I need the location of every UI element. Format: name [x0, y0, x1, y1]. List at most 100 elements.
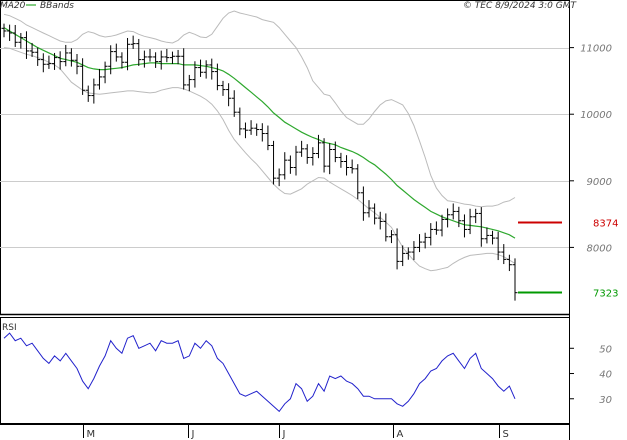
price-bar: [349, 159, 355, 174]
price-bar: [158, 50, 164, 70]
ma20-path: [3, 27, 516, 239]
price-bar: [287, 155, 293, 174]
price-bar: [18, 32, 24, 49]
copyright: © TEC 8/9/2024 3:0 GMT: [463, 1, 578, 11]
price-bar: [321, 138, 327, 173]
x-tick-label: M: [87, 429, 96, 440]
price-levels: 8374 7323: [518, 218, 618, 299]
price-bar: [467, 208, 473, 235]
price-bar: [119, 52, 125, 69]
price-bar: [506, 254, 512, 272]
price-bar: [259, 123, 265, 142]
price-bar: [276, 168, 282, 187]
stock-chart: 8374 7323 8000 9000 10000 11000 30 40 50 M J J A S…: [0, 0, 618, 440]
bb-lower-line: [3, 47, 516, 272]
price-bar: [108, 45, 114, 75]
price-bar: [226, 83, 232, 107]
bb-upper-line: [3, 10, 516, 208]
price-bar: [248, 120, 254, 135]
price-bar: [422, 232, 428, 249]
price-bar: [344, 155, 350, 176]
price-bar: [327, 143, 333, 175]
price-bar: [220, 80, 226, 96]
price-bar: [265, 125, 271, 151]
rsi-tick-label: 40: [599, 370, 612, 381]
rsi-tick-label: 50: [599, 344, 612, 355]
price-bar: [175, 49, 181, 65]
price-bar: [242, 122, 248, 139]
price-grid: [0, 48, 569, 248]
rsi-y-ticks: 30 40 50: [569, 344, 612, 406]
rsi-path: [3, 332, 516, 413]
bollinger-bands: [3, 10, 516, 272]
price-bar: [338, 152, 344, 168]
price-bar: [473, 208, 479, 224]
price-tick-label: 8000: [587, 243, 612, 254]
rsi-line: [3, 332, 516, 413]
price-bar: [237, 107, 243, 136]
price-bar: [164, 48, 170, 63]
rsi-tick-label: 30: [599, 395, 612, 406]
price-bar: [181, 48, 187, 90]
price-bar: [198, 59, 204, 77]
price-bar: [299, 140, 305, 157]
legend-bbands: BBands: [40, 1, 74, 11]
price-bar: [141, 50, 147, 68]
price-bar: [46, 55, 52, 69]
price-bar: [153, 52, 159, 68]
x-tick-label: A: [397, 429, 404, 440]
price-bar: [383, 213, 389, 242]
price-bar: [411, 241, 417, 261]
price-bar: [388, 230, 394, 244]
price-bar: [433, 221, 439, 235]
price-bar: [254, 123, 260, 136]
price-bar: [186, 74, 192, 92]
price-bar: [147, 48, 153, 62]
x-tick-label: S: [503, 429, 509, 440]
price-bar: [1, 23, 7, 38]
price-bar: [490, 230, 496, 245]
price-bar: [377, 211, 383, 230]
ma20-line: [3, 27, 516, 239]
legend-ma20: MA20: [0, 1, 26, 11]
price-bar: [40, 53, 46, 73]
price-bars: [1, 23, 518, 301]
rsi-title: RSI: [2, 323, 17, 333]
price-bar: [102, 61, 108, 84]
price-bar: [136, 38, 142, 66]
price-bar: [52, 52, 58, 70]
x-tick-label: J: [282, 429, 286, 440]
price-bar: [360, 186, 366, 221]
price-bar: [7, 24, 13, 41]
price-bar: [169, 51, 175, 64]
price-bar: [400, 245, 406, 267]
price-tick-label: 11000: [580, 44, 612, 55]
x-tick-label: J: [191, 429, 195, 440]
price-bar: [203, 60, 209, 79]
price-bar: [282, 152, 288, 180]
price-tick-label: 10000: [580, 110, 612, 121]
price-bar: [405, 247, 411, 260]
price-bar: [96, 68, 102, 90]
price-bar: [113, 43, 119, 62]
price-bar: [271, 140, 277, 185]
price-bar: [394, 228, 400, 270]
price-bar: [293, 145, 299, 176]
price-bar: [68, 48, 74, 67]
support-label: 7323: [593, 288, 618, 299]
price-bar: [450, 203, 456, 220]
price-bar: [461, 214, 467, 238]
price-bar: [85, 85, 91, 102]
price-bar: [366, 200, 372, 218]
price-bar: [74, 53, 80, 75]
price-bar: [512, 258, 518, 301]
price-bar: [484, 227, 490, 244]
price-bar: [304, 144, 310, 164]
resistance-label: 8374: [593, 218, 618, 229]
price-bar: [57, 51, 63, 70]
price-tick-label: 9000: [587, 177, 612, 188]
price-bar: [310, 147, 316, 166]
price-bar: [428, 223, 434, 246]
price-bar: [209, 58, 215, 80]
price-bar: [417, 234, 423, 253]
